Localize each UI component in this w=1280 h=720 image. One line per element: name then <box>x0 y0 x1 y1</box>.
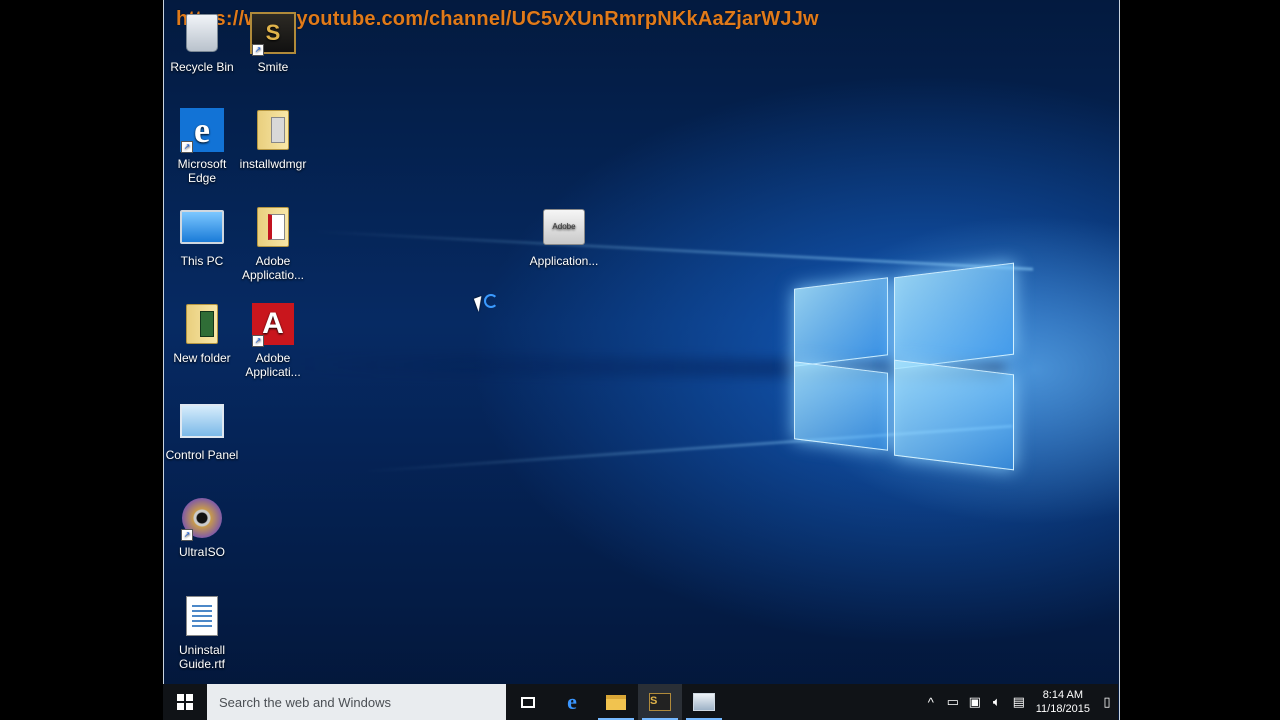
icon-label: New folder <box>173 351 231 365</box>
desktop-icon-new-folder[interactable]: New folder <box>164 301 240 365</box>
desktop-icon-ultraiso[interactable]: ↗ UltraISO <box>164 495 240 559</box>
show-hidden-icons-button[interactable]: ^ <box>920 695 942 710</box>
desktop-icon-adobe-application-shortcut[interactable]: A ↗ Adobe Applicati... <box>235 301 311 379</box>
network-icon[interactable]: ▣ <box>964 694 986 710</box>
system-tray: ^ ▭ ▣ 🔈︎ ▤ 8:14 AM 11/18/2015 ▯ <box>920 684 1118 720</box>
volume-icon[interactable]: 🔈︎ <box>986 694 1008 710</box>
windows-start-icon <box>177 694 193 710</box>
folder-icon <box>186 304 218 344</box>
document-icon <box>186 596 218 636</box>
icon-label: Adobe Applicati... <box>245 351 301 379</box>
icon-label: UltraISO <box>178 545 225 559</box>
package-icon: Adobe <box>543 209 585 245</box>
icon-label: installwdmgr <box>239 157 307 171</box>
file-explorer-icon <box>606 694 626 710</box>
language-icon[interactable]: ▤ <box>1008 694 1030 710</box>
action-center-icon[interactable]: ▯ <box>1096 694 1118 710</box>
desktop-icon-uninstall-guide[interactable]: Uninstall Guide.rtf <box>164 593 240 671</box>
right-letterbox <box>1119 0 1280 720</box>
taskbar-edge-button[interactable]: e <box>550 684 594 720</box>
desktop-icon-microsoft-edge[interactable]: e ↗ Microsoft Edge <box>164 107 240 185</box>
icon-label: Control Panel <box>165 448 239 462</box>
search-box[interactable]: Search the web and Windows <box>207 684 506 720</box>
chevron-up-icon: ^ <box>927 694 934 710</box>
taskbar-installer-button[interactable] <box>682 684 726 720</box>
folder-icon <box>257 110 289 150</box>
search-placeholder: Search the web and Windows <box>219 694 391 710</box>
windows-logo-wallpaper <box>794 255 1014 475</box>
taskbar-smite-button[interactable]: S <box>638 684 682 720</box>
shortcut-arrow-icon: ↗ <box>252 44 264 56</box>
desktop-icon-control-panel[interactable]: Control Panel <box>164 398 240 462</box>
icon-label: This PC <box>180 254 224 268</box>
clock-time: 8:14 AM <box>1042 689 1084 701</box>
task-view-button[interactable] <box>506 684 550 720</box>
icon-label: Recycle Bin <box>170 60 234 74</box>
recycle-bin-icon <box>186 14 218 52</box>
control-panel-icon <box>180 404 224 438</box>
computer-icon <box>180 210 224 244</box>
edge-icon: e <box>567 689 577 714</box>
smite-icon: S <box>649 693 671 711</box>
icon-label: Adobe Applicatio... <box>241 254 305 282</box>
desktop-icon-this-pc[interactable]: This PC <box>164 204 240 268</box>
desktop-icon-smite[interactable]: S ↗ Smite <box>235 10 311 74</box>
icon-label: Application... <box>529 254 599 268</box>
desktop-icon-recycle-bin[interactable]: Recycle Bin <box>164 10 240 74</box>
icon-label: Smite <box>257 60 289 74</box>
busy-spinner-icon <box>484 294 498 308</box>
clock-date: 11/18/2015 <box>1035 703 1090 715</box>
shortcut-arrow-icon: ↗ <box>181 529 193 541</box>
left-letterbox <box>0 0 163 720</box>
desktop-icon-application-package[interactable]: Adobe Application... <box>526 204 602 268</box>
taskbar: Search the web and Windows e S ^ ▭ ▣ 🔈︎ … <box>163 684 1118 720</box>
icon-label: Microsoft Edge <box>177 157 227 185</box>
start-button[interactable] <box>163 684 207 720</box>
icon-label: Uninstall Guide.rtf <box>178 643 226 671</box>
installer-icon <box>693 693 715 711</box>
desktop[interactable]: https://www.youtube.com/channel/UC5vXUnR… <box>163 0 1120 720</box>
desktop-icon-installwdmgr[interactable]: installwdmgr <box>235 107 311 171</box>
taskbar-file-explorer-button[interactable] <box>594 684 638 720</box>
desktop-icon-adobe-application-folder[interactable]: Adobe Applicatio... <box>235 204 311 282</box>
clock[interactable]: 8:14 AM 11/18/2015 <box>1030 688 1096 716</box>
shortcut-arrow-icon: ↗ <box>181 141 193 153</box>
folder-icon <box>257 207 289 247</box>
shortcut-arrow-icon: ↗ <box>252 335 264 347</box>
task-view-icon <box>521 696 535 708</box>
tablet-mode-icon[interactable]: ▭ <box>942 694 964 710</box>
